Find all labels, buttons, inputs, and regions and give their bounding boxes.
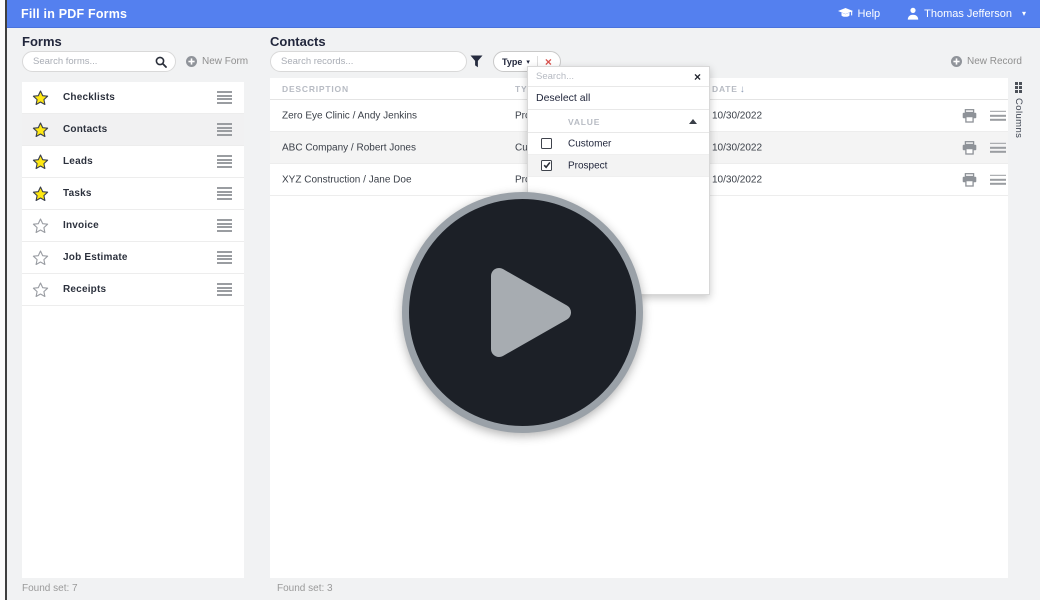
row-menu-icon[interactable] [217, 251, 232, 264]
star-filled-icon [32, 154, 49, 170]
row-menu-icon[interactable] [217, 283, 232, 296]
chevron-down-icon: ▾ [1022, 9, 1026, 18]
cell-description: XYZ Construction / Jane Doe [282, 174, 412, 185]
columns-button[interactable]: Columns [1013, 82, 1024, 138]
filter-option-customer[interactable]: Customer [528, 133, 709, 155]
new-form-label: New Form [202, 56, 248, 67]
star-filled-icon [32, 186, 49, 202]
person-icon [907, 7, 919, 20]
star-outline-icon [32, 218, 49, 234]
row-menu-icon[interactable] [217, 91, 232, 104]
records-found-set: Found set: 3 [277, 583, 333, 594]
forms-list: Checklists Contacts Leads Tasks Invoice … [22, 82, 244, 578]
new-record-label: New Record [967, 56, 1022, 67]
deselect-all-button[interactable]: Deselect all [528, 87, 709, 110]
sidebar-item-leads[interactable]: Leads [22, 146, 244, 178]
search-icon [155, 56, 167, 68]
popup-search-input[interactable] [536, 71, 694, 82]
print-icon[interactable] [962, 109, 977, 123]
user-menu[interactable]: Thomas Jefferson ▾ [907, 7, 1026, 20]
option-label: Customer [568, 138, 611, 149]
sidebar-item-checklists[interactable]: Checklists [22, 82, 244, 114]
forms-found-set: Found set: 7 [22, 583, 78, 594]
sidebar-item-label: Tasks [63, 188, 92, 199]
sidebar-item-label: Checklists [63, 92, 115, 103]
graduation-cap-icon [838, 8, 853, 19]
close-icon[interactable]: × [694, 71, 701, 83]
checkbox-checked[interactable] [541, 160, 552, 171]
row-menu-icon[interactable] [990, 142, 1006, 152]
forms-search [22, 51, 176, 72]
video-play-button[interactable] [402, 192, 643, 433]
popup-search: × [528, 67, 709, 87]
records-search-input[interactable] [281, 56, 458, 67]
grid-icon [1015, 82, 1023, 93]
sidebar-item-contacts[interactable]: Contacts [22, 114, 244, 146]
forms-search-input[interactable] [33, 56, 155, 67]
plus-circle-icon [186, 56, 197, 67]
sidebar-item-label: Leads [63, 156, 93, 167]
play-icon [489, 264, 574, 361]
user-name: Thomas Jefferson [924, 8, 1012, 20]
sidebar-item-label: Job Estimate [63, 252, 128, 263]
row-menu-icon[interactable] [217, 219, 232, 232]
star-filled-icon [32, 90, 49, 106]
filter-chip-label: Type [502, 57, 522, 67]
cell-date: 10/30/2022 [712, 110, 762, 121]
forms-panel-title: Forms [22, 34, 62, 49]
window-edge-line [5, 0, 7, 600]
print-icon[interactable] [962, 141, 977, 155]
column-header-date[interactable]: DATE↓ [712, 84, 745, 95]
sidebar-item-label: Invoice [63, 220, 99, 231]
help-label: Help [858, 8, 881, 20]
sidebar-item-label: Contacts [63, 124, 107, 135]
sidebar-item-receipts[interactable]: Receipts [22, 274, 244, 306]
cell-description: Zero Eye Clinic / Andy Jenkins [282, 110, 417, 121]
new-form-button[interactable]: New Form [186, 51, 248, 72]
sort-asc-icon [689, 119, 697, 124]
chevron-down-icon: ▾ [526, 58, 530, 66]
row-menu-icon[interactable] [990, 174, 1006, 184]
filter-option-prospect[interactable]: Prospect [528, 155, 709, 177]
app-title: Fill in PDF Forms [21, 7, 127, 21]
star-outline-icon [32, 282, 49, 298]
value-header-label: VALUE [568, 117, 600, 127]
sort-desc-icon: ↓ [740, 84, 745, 95]
star-outline-icon [32, 250, 49, 266]
page-title: Contacts [270, 34, 326, 49]
row-menu-icon[interactable] [217, 155, 232, 168]
popup-value-header[interactable]: VALUE [528, 110, 709, 133]
print-icon[interactable] [962, 173, 977, 187]
filter-icon[interactable] [470, 55, 483, 68]
option-label: Prospect [568, 160, 607, 171]
topbar: Fill in PDF Forms Help Thomas Jefferson … [7, 0, 1040, 28]
star-filled-icon [32, 122, 49, 138]
row-menu-icon[interactable] [217, 123, 232, 136]
row-menu-icon[interactable] [990, 110, 1006, 120]
sidebar-item-job-estimate[interactable]: Job Estimate [22, 242, 244, 274]
sidebar-item-tasks[interactable]: Tasks [22, 178, 244, 210]
records-search [270, 51, 467, 72]
row-menu-icon[interactable] [217, 187, 232, 200]
new-record-button[interactable]: New Record [951, 51, 1022, 72]
cell-date: 10/30/2022 [712, 142, 762, 153]
cell-description: ABC Company / Robert Jones [282, 142, 416, 153]
sidebar-item-invoice[interactable]: Invoice [22, 210, 244, 242]
help-button[interactable]: Help [838, 8, 881, 20]
sidebar-item-label: Receipts [63, 284, 106, 295]
plus-circle-icon [951, 56, 962, 67]
cell-date: 10/30/2022 [712, 174, 762, 185]
columns-label: Columns [1013, 98, 1024, 138]
checkbox-unchecked[interactable] [541, 138, 552, 149]
column-header-description[interactable]: DESCRIPTION [282, 84, 349, 94]
